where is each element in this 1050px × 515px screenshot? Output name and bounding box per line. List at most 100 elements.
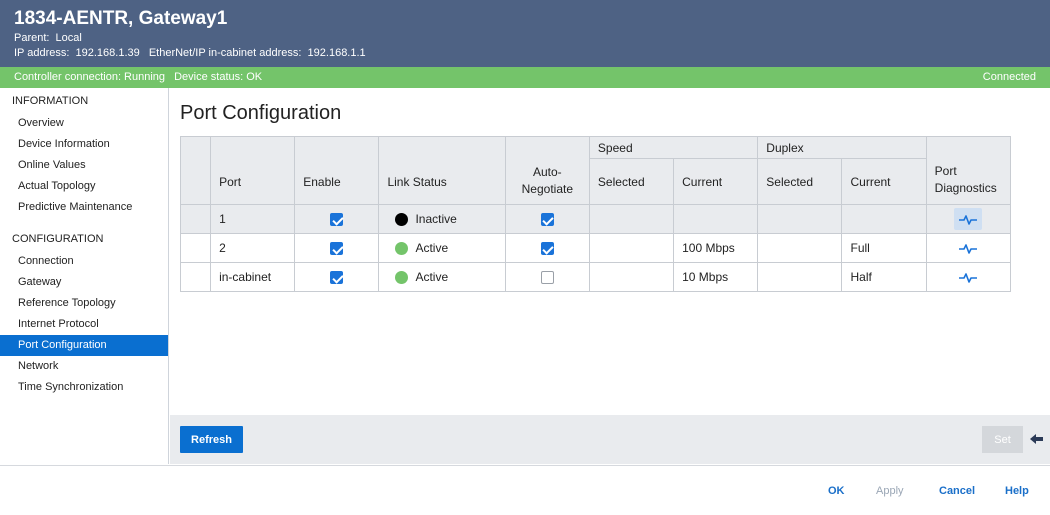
link-status-text: Active <box>415 269 449 284</box>
cell-port-diagnostics <box>925 233 1012 263</box>
port-diagnostics-button[interactable] <box>954 266 982 288</box>
cell-port: in-cabinet <box>210 262 296 292</box>
enable-checkbox[interactable] <box>330 213 344 227</box>
header-speed-selected: Selected <box>588 158 675 205</box>
cell-duplex-selected[interactable] <box>757 262 843 292</box>
sidebar-item-time-synchronization[interactable]: Time Synchronization <box>0 377 168 398</box>
help-button[interactable]: Help <box>1005 485 1029 497</box>
cell-link-status: Active <box>378 233 506 263</box>
cell-duplex-current <box>841 204 927 234</box>
row-selector[interactable] <box>179 233 212 263</box>
pulse-icon <box>959 273 978 283</box>
page-title: Port Configuration <box>180 102 342 124</box>
device-header: 1834-AENTR, Gateway1 Parent: Local IP ad… <box>0 0 1050 67</box>
header-duplex-current: Current <box>841 158 927 205</box>
sidebar-item-reference-topology[interactable]: Reference Topology <box>0 293 168 314</box>
status-left: Controller connection: Running Device st… <box>14 67 268 88</box>
sidebar-heading-configuration: CONFIGURATION <box>12 233 104 245</box>
pulse-icon <box>959 244 978 254</box>
cell-speed-selected[interactable] <box>588 233 675 263</box>
incab-label: EtherNet/IP in-cabinet address: <box>148 47 302 59</box>
cell-speed-selected[interactable] <box>588 262 675 292</box>
cancel-button[interactable]: Cancel <box>939 485 975 497</box>
cell-duplex-selected[interactable] <box>757 204 843 234</box>
cell-speed-current <box>673 204 759 234</box>
controller-connection-status: Controller connection: Running <box>14 71 166 83</box>
link-status-indicator <box>395 213 409 227</box>
cell-auto-negotiate <box>504 233 590 263</box>
cell-enable <box>294 233 380 263</box>
port-diagnostics-button[interactable] <box>954 237 982 259</box>
header-duplex-selected: Selected <box>757 158 843 205</box>
cell-port: 2 <box>210 233 296 263</box>
sidebar-item-device-information[interactable]: Device Information <box>0 134 168 155</box>
ip-label: IP address: <box>14 47 70 59</box>
sidebar-item-gateway[interactable]: Gateway <box>0 272 168 293</box>
header-speed: Speed <box>588 136 759 159</box>
link-status-indicator <box>395 242 409 256</box>
table-row[interactable]: in-cabinet Active 10 Mbps Half <box>179 262 1012 292</box>
sidebar-item-online-values[interactable]: Online Values <box>0 155 168 176</box>
parent-line: Parent: Local <box>14 31 1036 46</box>
auto-negotiate-checkbox[interactable] <box>540 242 554 256</box>
sidebar-item-predictive-maintenance[interactable]: Predictive Maintenance <box>0 197 168 218</box>
header-auto-negotiate: Auto- Negotiate <box>504 136 590 205</box>
cell-port-diagnostics <box>925 204 1012 234</box>
apply-button[interactable]: Apply <box>876 485 904 497</box>
sidebar-item-internet-protocol[interactable]: Internet Protocol <box>0 314 168 335</box>
link-status-text: Inactive <box>415 211 457 226</box>
cell-auto-negotiate <box>504 262 590 292</box>
row-selector[interactable] <box>179 262 212 292</box>
sidebar-item-network[interactable]: Network <box>0 356 168 377</box>
set-button[interactable]: Set <box>982 426 1023 453</box>
sidebar-nav: INFORMATION Overview Device Information … <box>0 88 169 464</box>
sidebar-item-port-configuration[interactable]: Port Configuration <box>0 335 168 356</box>
port-diagnostics-button[interactable] <box>954 208 983 230</box>
header-speed-current: Current <box>673 158 759 205</box>
enable-checkbox[interactable] <box>330 271 344 285</box>
cell-port-diagnostics <box>925 262 1012 292</box>
cell-auto-negotiate <box>504 204 590 234</box>
device-status: Device status: OK <box>174 71 263 83</box>
auto-negotiate-checkbox[interactable] <box>540 271 554 285</box>
sidebar-item-overview[interactable]: Overview <box>0 113 168 134</box>
parent-label: Parent: <box>14 32 50 44</box>
link-status-indicator <box>395 271 409 285</box>
sidebar-item-actual-topology[interactable]: Actual Topology <box>0 176 168 197</box>
cell-enable <box>294 262 380 292</box>
header-enable: Enable <box>294 136 380 205</box>
cell-port: 1 <box>210 204 296 234</box>
enable-checkbox[interactable] <box>330 242 344 256</box>
sidebar-heading-information: INFORMATION <box>12 95 89 107</box>
dialog-footer: OK Apply Cancel Help <box>0 465 1050 515</box>
pulse-icon <box>959 215 978 225</box>
refresh-button[interactable]: Refresh <box>180 426 243 453</box>
ip-value: 192.168.1.39 <box>75 47 140 59</box>
cell-enable <box>294 204 380 234</box>
port-configuration-table: Port Enable Link Status Auto- Negotiate … <box>179 136 1012 292</box>
cell-speed-current: 10 Mbps <box>673 262 759 292</box>
ok-button[interactable]: OK <box>828 485 845 497</box>
header-port-diagnostics: Port Diagnostics <box>925 136 1012 205</box>
cell-link-status: Active <box>378 262 506 292</box>
status-bar: Controller connection: Running Device st… <box>0 67 1050 88</box>
header-port: Port <box>210 136 296 205</box>
device-title: 1834-AENTR, Gateway1 <box>14 8 228 29</box>
cell-duplex-selected[interactable] <box>757 233 843 263</box>
header-duplex: Duplex <box>757 136 927 159</box>
header-select-column <box>179 136 212 205</box>
cell-speed-current: 100 Mbps <box>673 233 759 263</box>
arrow-left-icon <box>1030 434 1043 444</box>
auto-negotiate-checkbox[interactable] <box>540 213 554 227</box>
cell-link-status: Inactive <box>378 204 506 234</box>
connection-status: Connected <box>982 71 1036 83</box>
table-row[interactable]: 1 Inactive <box>179 204 1012 234</box>
sidebar-item-connection[interactable]: Connection <box>0 251 168 272</box>
parent-value: Local <box>55 32 82 44</box>
row-selector[interactable] <box>179 204 212 234</box>
cell-duplex-current: Half <box>841 262 927 292</box>
table-row[interactable]: 2 Active 100 Mbps Full <box>179 233 1012 263</box>
header-link-status: Link Status <box>378 136 506 205</box>
cell-speed-selected[interactable] <box>588 204 675 234</box>
